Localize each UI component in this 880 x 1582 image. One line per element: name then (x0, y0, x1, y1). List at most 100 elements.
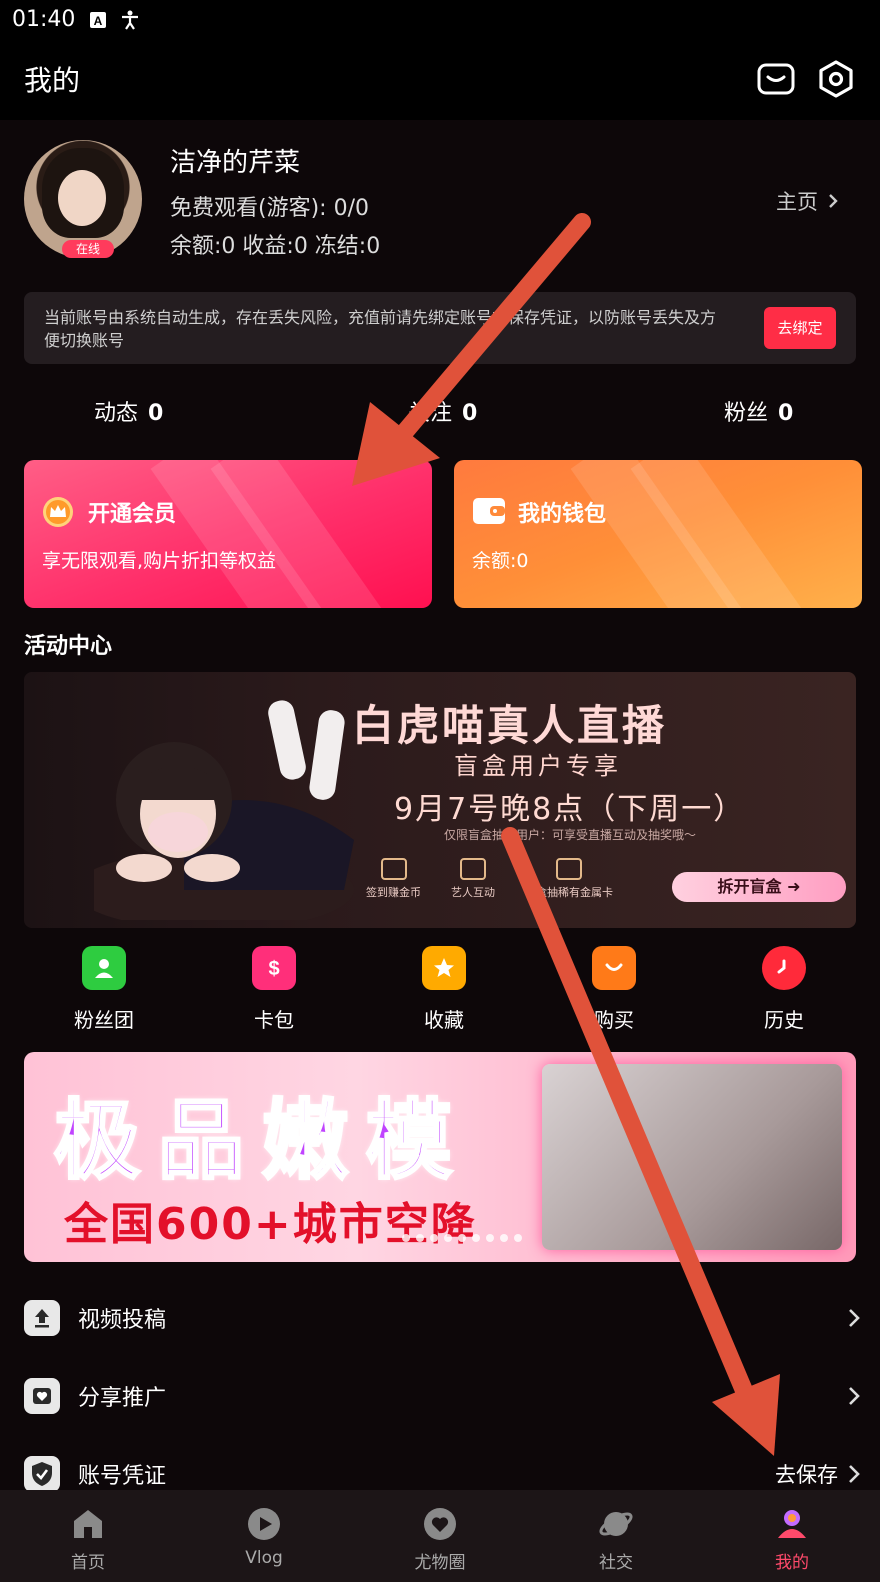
quick-label: 收藏 (424, 1008, 464, 1032)
feature-label: 签到赚金币 (366, 886, 421, 899)
tab-label: 我的 (775, 1553, 809, 1573)
play-icon (246, 1506, 282, 1542)
feature-card: 盲盒抽稀有金属卡 (525, 858, 613, 900)
promo-subtitle: 全国600+城市空降 (64, 1199, 477, 1250)
username: 洁净的芹菜 (170, 148, 301, 178)
svg-text:$: $ (268, 958, 279, 980)
quick-fan-club[interactable]: 粉丝团 (44, 946, 164, 1033)
tab-social[interactable]: 社交 (528, 1490, 704, 1582)
quick-label: 粉丝团 (74, 1008, 134, 1032)
stat-label: 粉丝 (724, 401, 769, 426)
promo-title: 极品嫩模 (53, 1090, 470, 1193)
message-icon[interactable] (756, 59, 796, 99)
upload-icon (24, 1300, 60, 1336)
stat-posts[interactable]: 动态 0 (94, 395, 163, 427)
tab-label: 社交 (599, 1553, 633, 1573)
quick-label: 卡包 (254, 1008, 294, 1032)
stat-value: 0 (778, 401, 794, 426)
wallet-icon (472, 496, 505, 528)
menu-label: 账号凭证 (78, 1464, 167, 1489)
wallet-card[interactable]: 我的钱包 余额:0 (454, 460, 862, 608)
banner-girl-illustration (94, 700, 354, 920)
feature-coins: 签到赚金币 (366, 858, 421, 900)
banner-features: 签到赚金币 艺人互动 盲盒抽稀有金属卡 (366, 858, 613, 900)
notice-text: 当前账号由系统自动生成，存在丢失风险，充值前请先绑定账号或保存凭证，以防账号丢失… (44, 308, 717, 350)
chevron-right-icon (849, 1309, 860, 1327)
page-header: 我的 (0, 38, 880, 120)
bag-icon (592, 946, 636, 990)
profile-section: 在线 洁净的芹菜 免费观看(游客): 0/0 余额:0 收益:0 冻结:0 主页 (24, 140, 856, 260)
banner-subheadline: 盲盒用户专享 (454, 752, 622, 780)
quick-purchase[interactable]: 购买 (554, 946, 674, 1033)
balance-summary: 余额:0 收益:0 冻结:0 (170, 234, 381, 259)
chevron-right-icon (849, 1387, 860, 1405)
quick-label: 购买 (594, 1008, 634, 1032)
ticket-icon: $ (252, 946, 296, 990)
online-badge: 在线 (62, 240, 114, 258)
home-page-link[interactable]: 主页 (776, 186, 838, 216)
home-page-label: 主页 (776, 190, 818, 214)
menu-right (838, 1386, 860, 1406)
carousel-dots (402, 1234, 522, 1242)
user-icon (82, 946, 126, 990)
blind-box-label: 拆开盲盒 (717, 877, 782, 896)
menu-share-promote[interactable]: 分享推广 (24, 1366, 864, 1426)
svg-text:A: A (94, 14, 103, 28)
banner-fine-print: 仅限盲盒抽奖用户：可享受直播互动及抽奖哦～ (444, 828, 697, 842)
notification-a-icon: A (89, 10, 107, 28)
promo-photo (542, 1064, 842, 1250)
stat-value: 0 (462, 401, 478, 426)
open-blind-box-button[interactable]: 拆开盲盒 ➜ (672, 872, 846, 902)
clock-icon (762, 946, 806, 990)
tab-home[interactable]: 首页 (0, 1490, 176, 1582)
home-icon (70, 1506, 106, 1542)
heart-bubble-icon (422, 1506, 458, 1542)
tab-mine[interactable]: 我的 (704, 1490, 880, 1582)
feature-interact: 艺人互动 (451, 858, 495, 900)
stat-followers[interactable]: 粉丝 0 (724, 395, 793, 427)
chevron-right-icon (829, 194, 838, 208)
gift-icon (556, 858, 582, 880)
menu-label: 视频投稿 (78, 1308, 167, 1333)
settings-icon[interactable] (816, 59, 856, 99)
accessibility-icon (121, 10, 139, 30)
stat-following[interactable]: 关注 0 (408, 395, 477, 427)
stat-value: 0 (148, 401, 164, 426)
quick-label: 历史 (764, 1008, 804, 1032)
account-warning-notice: 当前账号由系统自动生成，存在丢失风险，充值前请先绑定账号或保存凭证，以防账号丢失… (24, 292, 856, 364)
menu-right: 去保存 (775, 1459, 860, 1489)
page-title: 我的 (24, 64, 81, 97)
quick-card-wallet[interactable]: $ 卡包 (214, 946, 334, 1033)
tab-circle[interactable]: 尤物圈 (352, 1490, 528, 1582)
bind-account-button[interactable]: 去绑定 (764, 307, 836, 349)
stat-label: 动态 (94, 401, 139, 426)
bottom-tab-bar: 首页 Vlog 尤物圈 社交 我的 (0, 1490, 880, 1582)
tab-label: 尤物圈 (414, 1553, 466, 1573)
activity-banner[interactable]: 白虎喵真人直播 盲盒用户专享 9月7号晚8点（下周一） 仅限盲盒抽奖用户：可享受… (24, 672, 856, 928)
banner-headline: 白虎喵真人直播 (352, 701, 668, 750)
tab-label: Vlog (245, 1548, 283, 1568)
menu-right (838, 1308, 860, 1328)
menu-label: 分享推广 (78, 1386, 167, 1411)
quick-history[interactable]: 历史 (724, 946, 844, 1033)
tab-vlog[interactable]: Vlog (176, 1490, 352, 1582)
wallet-title: 我的钱包 (518, 502, 607, 527)
status-time: 01:40 (12, 6, 76, 32)
chat-icon (460, 858, 486, 880)
wallet-balance: 余额:0 (472, 550, 529, 572)
coins-icon (380, 858, 407, 880)
free-watch-count: 免费观看(游客): 0/0 (170, 196, 369, 221)
vip-card[interactable]: 开通会员 享无限观看,购片折扣等权益 (24, 460, 432, 608)
shield-icon (24, 1456, 60, 1492)
promo-banner[interactable]: 极品嫩模 全国600+城市空降 (24, 1052, 856, 1262)
crown-icon (42, 496, 74, 528)
vip-subtitle: 享无限观看,购片折扣等权益 (42, 550, 277, 572)
quick-favorites[interactable]: 收藏 (384, 946, 504, 1033)
status-bar: 01:40 A (0, 0, 880, 38)
quick-actions: 粉丝团 $ 卡包 收藏 购买 历史 (0, 946, 880, 1036)
planet-icon (598, 1506, 634, 1542)
menu-video-upload[interactable]: 视频投稿 (24, 1288, 864, 1348)
share-icon (24, 1378, 60, 1414)
stats-row: 动态 0 关注 0 粉丝 0 (0, 395, 880, 435)
feature-label: 盲盒抽稀有金属卡 (525, 886, 613, 899)
